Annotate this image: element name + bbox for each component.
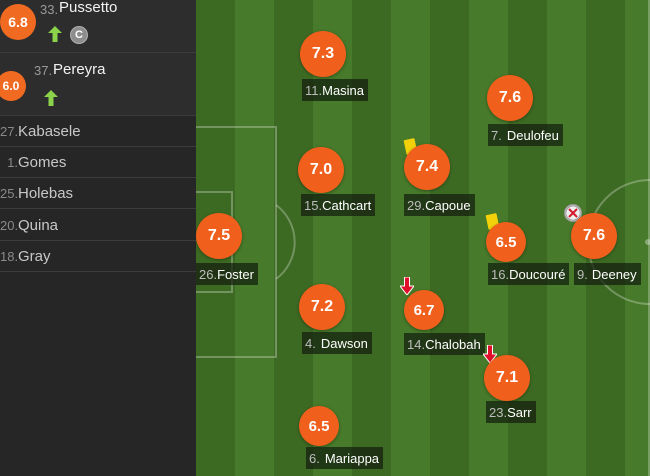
player-number: 14. xyxy=(407,336,426,352)
player-number: 20. xyxy=(0,217,19,233)
player-name: Dawson xyxy=(320,335,368,351)
player-label: 14. Chalobah xyxy=(404,333,485,355)
player-name: Foster xyxy=(217,266,254,282)
player-number: 29. xyxy=(407,197,426,213)
captain-badge-icon: C xyxy=(70,26,88,44)
player-label: 16. Doucouré xyxy=(488,263,570,285)
player-number: 33. xyxy=(40,2,59,17)
player-number: 37. xyxy=(34,63,53,78)
player-rating: 6.0 xyxy=(0,71,26,101)
player-rating: 7.6 xyxy=(487,75,533,121)
player-label: 15. Cathcart xyxy=(301,194,376,216)
player-number: 25. xyxy=(0,185,19,201)
player-number: 18. xyxy=(0,248,19,264)
player-name: Gray xyxy=(18,247,51,265)
player-name: Quina xyxy=(18,216,59,234)
player-name: Holebas xyxy=(18,184,74,202)
player-name: Doucouré xyxy=(509,266,566,282)
player-number: 6. xyxy=(309,450,320,466)
bench-row[interactable]: 25. Holebas xyxy=(0,178,196,209)
player-rating: 7.2 xyxy=(299,284,345,330)
player-number: 23. xyxy=(489,404,508,420)
substitute-row[interactable]: 6.8 33. Pussetto C xyxy=(0,0,196,53)
player-name: Chalobah xyxy=(425,336,481,352)
lineup-sidebar: 6.8 33. Pussetto C 6.0 37. Pereyra 27. K… xyxy=(0,0,196,476)
player-rating: 7.3 xyxy=(300,31,346,77)
player-label: 29. Capoue xyxy=(404,194,475,216)
player-name: Cathcart xyxy=(322,197,372,213)
player-label: 9. Deeney xyxy=(574,263,641,285)
player-number: 11. xyxy=(305,82,323,98)
arrow-up-icon xyxy=(48,26,62,42)
player-rating: 7.1 xyxy=(484,355,530,401)
player-number: 4. xyxy=(305,335,316,351)
substitute-row[interactable]: 6.0 37. Pereyra xyxy=(0,53,196,116)
player-rating: 6.5 xyxy=(486,222,526,262)
player-number: 9. xyxy=(577,266,588,282)
player-number: 15. xyxy=(304,197,323,213)
player-rating: 6.7 xyxy=(404,290,444,330)
player-name: Pussetto xyxy=(59,0,118,16)
player-label: 23. Sarr xyxy=(486,401,536,423)
player-rating: 6.5 xyxy=(299,406,339,446)
player-name: Deulofeu xyxy=(506,127,559,143)
player-label: 6. Mariappa xyxy=(306,447,384,469)
player-number: 1. xyxy=(7,154,18,170)
player-name: Gomes xyxy=(18,153,67,171)
player-name: Mariappa xyxy=(324,450,380,466)
bench-row[interactable]: 18. Gray xyxy=(0,241,196,272)
player-rating: 7.5 xyxy=(196,213,242,259)
player-label: 26. Foster xyxy=(196,263,258,285)
player-name: Pereyra xyxy=(53,61,106,78)
player-rating: 7.0 xyxy=(298,147,344,193)
player-rating: 6.8 xyxy=(0,4,36,40)
player-number: 16. xyxy=(491,266,510,282)
player-label: 11. Masina xyxy=(302,79,369,101)
player-label: 4. Dawson xyxy=(302,332,372,354)
bench-row[interactable]: 1. Gomes xyxy=(0,147,196,178)
player-name: Deeney xyxy=(591,266,637,282)
player-name: Sarr xyxy=(507,404,532,420)
pitch: 7.3 11. Masina 7.6 7. Deulofeu 7.0 15. C… xyxy=(196,0,650,476)
player-rating: 7.6 xyxy=(571,213,617,259)
bench-row[interactable]: 27. Kabasele xyxy=(0,116,196,147)
bench-row[interactable]: 20. Quina xyxy=(0,210,196,241)
player-number: 26. xyxy=(199,266,218,282)
arrow-up-icon xyxy=(44,90,58,106)
player-name: Masina xyxy=(322,82,365,98)
player-rating: 7.4 xyxy=(404,144,450,190)
arrow-down-icon xyxy=(400,277,414,295)
player-number: 27. xyxy=(0,123,19,139)
player-name: Capoue xyxy=(425,197,471,213)
player-label: 7. Deulofeu xyxy=(488,124,563,146)
player-name: Kabasele xyxy=(18,122,81,140)
player-number: 7. xyxy=(491,127,502,143)
